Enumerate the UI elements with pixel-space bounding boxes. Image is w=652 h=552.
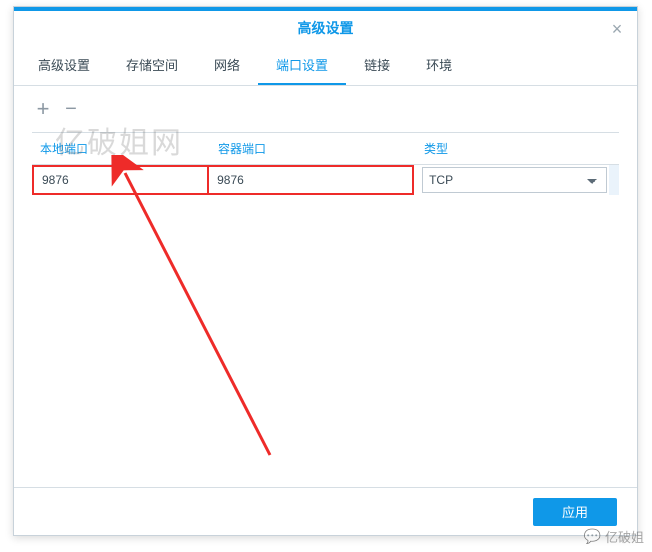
local-port-input[interactable]: 9876	[32, 165, 209, 195]
col-type[interactable]: 类型	[416, 133, 602, 164]
remove-icon[interactable]: −	[60, 100, 82, 122]
col-local-port[interactable]: 本地端口	[32, 133, 210, 164]
tab-advanced[interactable]: 高级设置	[20, 45, 108, 85]
dialog-title: 高级设置	[298, 18, 354, 38]
dialog-footer: 应用	[14, 487, 637, 535]
row-tail	[609, 165, 619, 195]
tab-bar: 高级设置 存储空间 网络 端口设置 链接 环境	[14, 45, 637, 86]
tab-environment[interactable]: 环境	[408, 45, 470, 85]
close-icon[interactable]: ×	[605, 17, 629, 41]
container-port-input[interactable]: 9876	[209, 165, 414, 195]
table-row[interactable]: 9876 9876 TCP	[32, 165, 619, 195]
tab-port-settings[interactable]: 端口设置	[258, 45, 346, 85]
tab-storage[interactable]: 存储空间	[108, 45, 196, 85]
tab-links[interactable]: 链接	[346, 45, 408, 85]
tab-network[interactable]: 网络	[196, 45, 258, 85]
titlebar: 高级设置 ×	[14, 7, 637, 45]
grid-header: 本地端口 容器端口 类型	[32, 132, 619, 165]
apply-button[interactable]: 应用	[533, 498, 617, 526]
port-grid: 本地端口 容器端口 类型 9876 9876 TCP	[32, 132, 619, 195]
col-container-port[interactable]: 容器端口	[210, 133, 416, 164]
add-icon[interactable]: +	[32, 100, 54, 122]
type-select[interactable]: TCP	[422, 167, 607, 193]
advanced-settings-dialog: 高级设置 × 高级设置 存储空间 网络 端口设置 链接 环境 + − 本地端口 …	[13, 6, 638, 536]
toolbar: + −	[14, 86, 637, 132]
